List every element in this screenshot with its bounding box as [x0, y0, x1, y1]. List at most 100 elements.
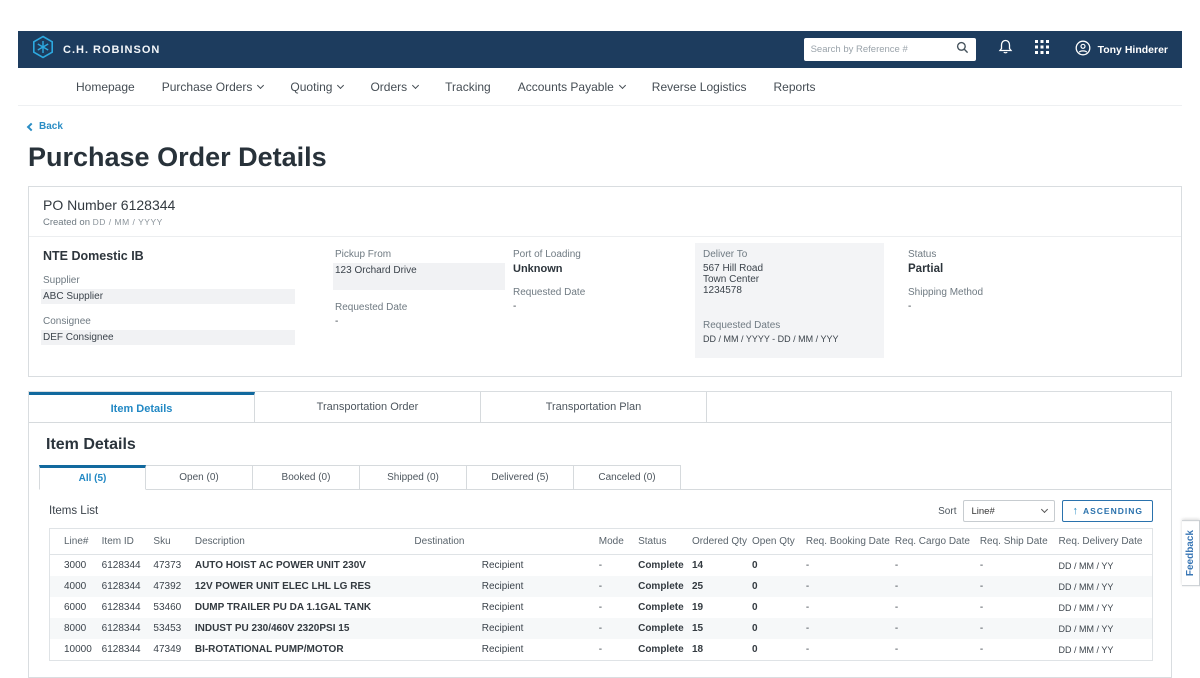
subtab-shipped[interactable]: Shipped (0): [360, 465, 467, 490]
section-title: Item Details: [46, 436, 1171, 454]
subtab-all[interactable]: All (5): [39, 465, 146, 490]
details-tabs-card: Item Details Transportation Order Transp…: [28, 391, 1172, 678]
user-menu[interactable]: Tony Hinderer: [1075, 40, 1168, 59]
chevron-down-icon: [257, 81, 264, 88]
chr-hexagon-logo-icon: [32, 35, 54, 64]
pickup-requested-date-value: -: [335, 316, 513, 327]
consignee-label: Consignee: [43, 316, 335, 327]
brand-logo[interactable]: C.H. ROBINSON: [32, 35, 160, 64]
pol-requested-date-value: -: [513, 301, 703, 312]
search-input[interactable]: [811, 44, 956, 55]
back-label: Back: [39, 121, 63, 132]
menu-quoting[interactable]: Quoting: [290, 80, 343, 94]
pickup-from-label: Pickup From: [335, 249, 513, 260]
consignee-value: DEF Consignee: [41, 330, 295, 345]
apps-grid-icon[interactable]: [1035, 40, 1049, 59]
deliver-to-line1: 567 Hill Road: [703, 263, 876, 274]
order-type: NTE Domestic IB: [43, 249, 335, 263]
search-icon[interactable]: [956, 41, 969, 59]
subtab-delivered[interactable]: Delivered (5): [467, 465, 574, 490]
chevron-down-icon: [337, 81, 344, 88]
table-row[interactable]: 4000 6128344 47392 12V POWER UNIT ELEC L…: [50, 576, 1152, 597]
arrow-up-icon: ↑: [1072, 505, 1079, 517]
items-table: Line# Item ID Sku Description Destinatio…: [49, 528, 1153, 661]
col-req-booking-date: Req. Booking Date: [802, 529, 891, 555]
main-menu: Homepage Purchase Orders Quoting Orders …: [18, 68, 1182, 106]
col-req-cargo-date: Req. Cargo Date: [891, 529, 976, 555]
menu-label: Tracking: [445, 80, 491, 94]
col-req-ship-date: Req. Ship Date: [976, 529, 1055, 555]
requested-dates-value: DD / MM / YYYY - DD / MM / YYY: [703, 334, 876, 344]
col-mode: Mode: [595, 529, 634, 555]
table-row[interactable]: 3000 6128344 47373 AUTO HOIST AC POWER U…: [50, 555, 1152, 577]
table-header-row: Line# Item ID Sku Description Destinatio…: [50, 529, 1152, 555]
menu-reports[interactable]: Reports: [774, 80, 816, 94]
tab-transportation-plan[interactable]: Transportation Plan: [481, 392, 707, 422]
subtab-open[interactable]: Open (0): [146, 465, 253, 490]
feedback-tab[interactable]: Feedback: [1182, 520, 1200, 586]
col-status: Status: [634, 529, 688, 555]
created-date: DD / MM / YYYY: [93, 217, 163, 227]
menu-homepage[interactable]: Homepage: [76, 80, 135, 94]
port-of-loading-value: Unknown: [513, 263, 703, 275]
table-row[interactable]: 6000 6128344 53460 DUMP TRAILER PU DA 1.…: [50, 597, 1152, 618]
deliver-to-line3: 1234578: [703, 285, 876, 296]
page-title: Purchase Order Details: [28, 142, 1182, 173]
supplier-label: Supplier: [43, 275, 335, 286]
menu-label: Purchase Orders: [162, 80, 253, 94]
brand-name: C.H. ROBINSON: [63, 44, 160, 56]
col-line: Line#: [50, 529, 98, 555]
menu-purchase-orders[interactable]: Purchase Orders: [162, 80, 264, 94]
shipping-method-value: -: [908, 301, 1167, 312]
menu-label: Orders: [370, 80, 407, 94]
table-row[interactable]: 8000 6128344 53453 INDUST PU 230/460V 23…: [50, 618, 1152, 639]
menu-label: Reports: [774, 80, 816, 94]
requested-dates-label: Requested Dates: [703, 320, 876, 331]
menu-label: Reverse Logistics: [652, 80, 747, 94]
col-sku: Sku: [149, 529, 190, 555]
subtab-canceled[interactable]: Canceled (0): [574, 465, 681, 490]
supplier-value: ABC Supplier: [41, 289, 295, 304]
reference-search[interactable]: [804, 38, 976, 61]
table-row[interactable]: 10000 6128344 47349 BI-ROTATIONAL PUMP/M…: [50, 639, 1152, 660]
menu-accounts-payable[interactable]: Accounts Payable: [518, 80, 625, 94]
top-navbar: C.H. ROBINSON: [18, 31, 1182, 68]
deliver-to-line2: Town Center: [703, 274, 876, 285]
notifications-bell-icon[interactable]: [998, 39, 1013, 60]
menu-orders[interactable]: Orders: [370, 80, 418, 94]
col-open-qty: Open Qty: [748, 529, 802, 555]
user-name: Tony Hinderer: [1098, 44, 1168, 56]
sort-select-value: Line#: [971, 506, 994, 517]
status-value: Partial: [908, 263, 1167, 275]
main-tabs: Item Details Transportation Order Transp…: [29, 392, 1171, 423]
back-link[interactable]: Back: [28, 121, 1182, 132]
menu-reverse-logistics[interactable]: Reverse Logistics: [652, 80, 747, 94]
sort-select[interactable]: Line#: [963, 500, 1055, 522]
chevron-down-icon: [412, 81, 419, 88]
col-ordered-qty: Ordered Qty: [688, 529, 748, 555]
col-req-delivery-date: Req. Delivery Date: [1055, 529, 1152, 555]
app-frame: C.H. ROBINSON: [18, 31, 1182, 678]
tab-item-details[interactable]: Item Details: [29, 392, 255, 422]
tab-transportation-order[interactable]: Transportation Order: [255, 392, 481, 422]
menu-label: Accounts Payable: [518, 80, 614, 94]
col-description: Description: [191, 529, 411, 555]
pickup-from-value: 123 Orchard Drive: [333, 263, 505, 290]
port-of-loading-label: Port of Loading: [513, 249, 703, 260]
menu-tracking[interactable]: Tracking: [445, 80, 491, 94]
sort-direction-label: ASCENDING: [1083, 506, 1143, 516]
status-subtabs: All (5) Open (0) Booked (0) Shipped (0) …: [39, 465, 1171, 490]
col-item-id: Item ID: [98, 529, 150, 555]
sort-direction-button[interactable]: ↑ ASCENDING: [1062, 500, 1153, 522]
deliver-to-label: Deliver To: [703, 249, 876, 260]
user-avatar-icon: [1075, 40, 1091, 59]
pol-requested-date-label: Requested Date: [513, 287, 703, 298]
col-destination: Destination: [410, 529, 594, 555]
items-list-title: Items List: [49, 505, 98, 517]
po-number: PO Number 6128344: [43, 197, 1167, 213]
chevron-left-icon: [27, 122, 35, 130]
subtab-booked[interactable]: Booked (0): [253, 465, 360, 490]
menu-label: Homepage: [76, 80, 135, 94]
menu-label: Quoting: [290, 80, 332, 94]
chevron-down-icon: [619, 81, 626, 88]
